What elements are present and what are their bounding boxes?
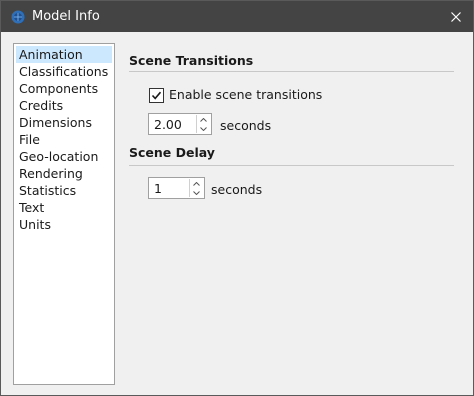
category-item-geo-location[interactable]: Geo-location bbox=[16, 148, 112, 165]
category-item-classifications[interactable]: Classifications bbox=[16, 63, 112, 80]
enable-scene-transitions-checkbox[interactable] bbox=[149, 88, 164, 103]
category-item-dimensions[interactable]: Dimensions bbox=[16, 114, 112, 131]
category-item-units[interactable]: Units bbox=[16, 216, 112, 233]
section-divider bbox=[129, 71, 454, 72]
transition-seconds-value: 2.00 bbox=[154, 117, 182, 132]
delay-seconds-spin-buttons bbox=[189, 179, 203, 197]
checkmark-icon bbox=[151, 91, 162, 100]
category-item-animation[interactable]: Animation bbox=[16, 46, 112, 63]
category-item-credits[interactable]: Credits bbox=[16, 97, 112, 114]
category-item-file[interactable]: File bbox=[16, 131, 112, 148]
transition-seconds-spin-buttons bbox=[196, 115, 210, 133]
section-divider bbox=[129, 165, 454, 166]
category-item-text[interactable]: Text bbox=[16, 199, 112, 216]
app-logo-icon bbox=[11, 10, 25, 24]
scene-delay-heading: Scene Delay bbox=[129, 145, 215, 160]
chevron-down-icon bbox=[200, 126, 207, 131]
delay-seconds-stepper[interactable]: 1 bbox=[148, 177, 205, 199]
delay-seconds-increment[interactable] bbox=[190, 179, 203, 188]
category-item-statistics[interactable]: Statistics bbox=[16, 182, 112, 199]
model-info-dialog: Model Info Animation Classifications Com… bbox=[0, 0, 474, 396]
window-title: Model Info bbox=[32, 9, 100, 24]
transition-seconds-decrement[interactable] bbox=[197, 124, 210, 133]
transition-seconds-unit: seconds bbox=[220, 118, 272, 133]
transition-seconds-stepper[interactable]: 2.00 bbox=[148, 113, 212, 135]
chevron-up-icon bbox=[193, 181, 200, 186]
enable-scene-transitions-label: Enable scene transitions bbox=[169, 87, 323, 102]
scene-transitions-heading: Scene Transitions bbox=[129, 53, 254, 68]
category-list[interactable]: Animation Classifications Components Cre… bbox=[13, 43, 115, 385]
title-bar: Model Info bbox=[1, 1, 473, 32]
chevron-up-icon bbox=[200, 117, 207, 122]
transition-seconds-increment[interactable] bbox=[197, 115, 210, 124]
delay-seconds-value: 1 bbox=[154, 181, 162, 196]
close-icon bbox=[451, 12, 461, 22]
close-button[interactable] bbox=[443, 5, 469, 29]
category-item-rendering[interactable]: Rendering bbox=[16, 165, 112, 182]
delay-seconds-unit: seconds bbox=[211, 182, 263, 197]
delay-seconds-decrement[interactable] bbox=[190, 188, 203, 197]
category-item-components[interactable]: Components bbox=[16, 80, 112, 97]
chevron-down-icon bbox=[193, 190, 200, 195]
